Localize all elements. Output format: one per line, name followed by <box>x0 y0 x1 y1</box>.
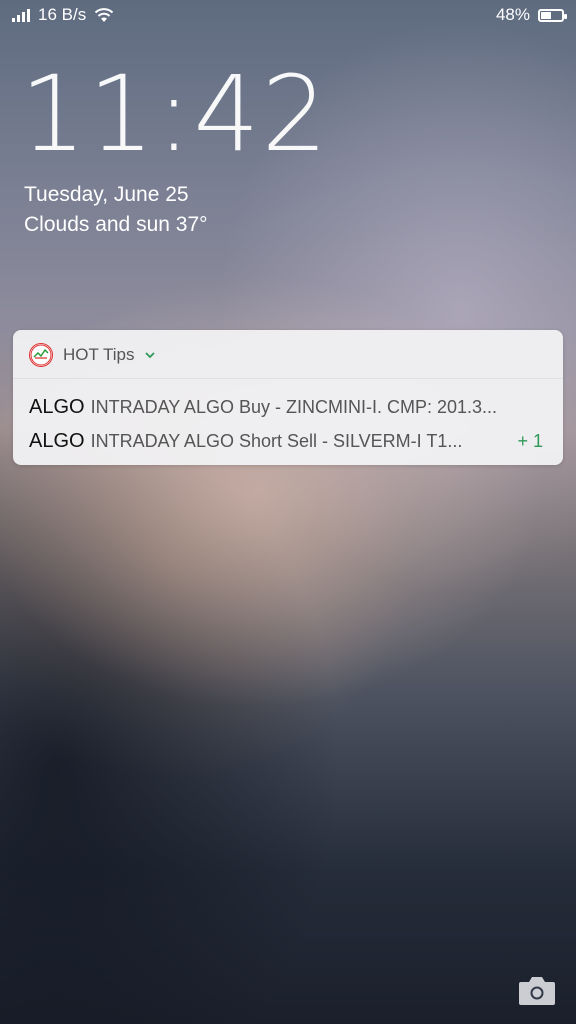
notification-sender: ALGO <box>29 429 85 452</box>
chevron-down-icon[interactable] <box>144 349 156 361</box>
network-speed: 16 B/s <box>38 5 87 24</box>
more-count-badge: + 1 <box>517 430 543 451</box>
hot-tips-logo <box>30 344 52 366</box>
status-right: 48% <box>495 5 567 25</box>
lockscreen-clock: 11:42 <box>20 53 330 175</box>
app-name: HOT Tips <box>63 345 135 364</box>
status-bar: 16 B/s 48% <box>0 0 576 30</box>
notification-sender: ALGO <box>29 395 85 418</box>
notification-header[interactable]: HOT Tips <box>29 340 156 370</box>
lockscreen-date: Tuesday, June 25 <box>24 183 189 206</box>
notification-card[interactable]: HOT Tips ALGO INTRADAY ALGO Buy - ZINCMI… <box>13 330 563 465</box>
battery-percent: 48% <box>495 5 530 24</box>
camera-icon[interactable] <box>518 974 556 1006</box>
app-logo-icon <box>29 343 53 367</box>
notification-message: INTRADAY ALGO Short Sell - SILVERM-I T1.… <box>90 430 463 451</box>
notification-item[interactable]: ALGO INTRADAY ALGO Short Sell - SILVERM-… <box>29 428 543 454</box>
status-left: 16 B/s <box>12 5 114 25</box>
signal-icon <box>12 8 30 22</box>
wifi-icon <box>95 8 114 22</box>
battery-icon <box>538 8 567 22</box>
notification-message: INTRADAY ALGO Buy - ZINCMINI-I. CMP: 201… <box>90 396 498 417</box>
lockscreen-weather: Clouds and sun 37° <box>24 213 208 236</box>
notification-item[interactable]: ALGO INTRADAY ALGO Buy - ZINCMINI-I. CMP… <box>29 394 543 420</box>
notification-divider <box>13 378 563 379</box>
battery-fill <box>541 11 551 19</box>
